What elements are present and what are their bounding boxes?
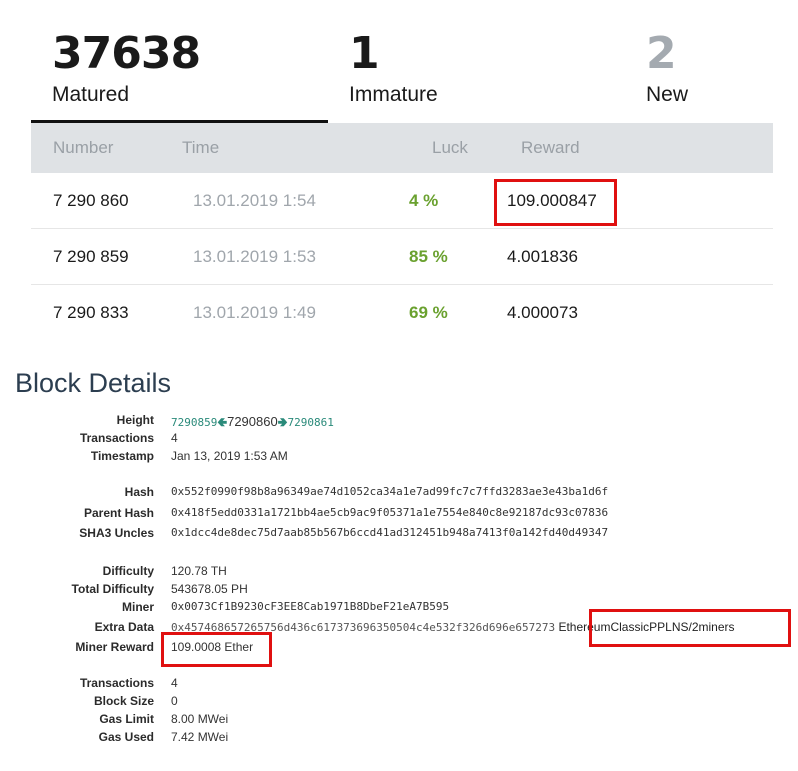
- sha3-uncles-value: 0x1dcc4de8dec75d7aab85b567b6ccd41ad31245…: [171, 526, 609, 539]
- block-luck: 4 %: [409, 191, 439, 210]
- table-row[interactable]: 7 290 860 13.01.2019 1:54 4 % 109.000847: [31, 173, 773, 229]
- miner-reward-highlight-box: [161, 632, 272, 667]
- height-row: Height 7290859🢀7290860🢂7290861: [0, 411, 798, 429]
- tab-new[interactable]: 2 New: [646, 28, 688, 108]
- current-block-height: 7290860: [227, 414, 278, 429]
- height-label: Height: [116, 413, 154, 427]
- block-luck: 69 %: [409, 303, 448, 322]
- miner-reward-label: Miner Reward: [75, 640, 154, 654]
- gas-used-value: 7.42 MWei: [171, 730, 229, 744]
- reward-highlight-box: [494, 179, 617, 226]
- new-label: New: [646, 83, 689, 106]
- transactions-row: Transactions 4: [0, 429, 798, 447]
- header-number[interactable]: Number: [53, 138, 113, 158]
- matured-label: Matured: [52, 83, 130, 106]
- block-reward: 4.001836: [507, 247, 578, 266]
- gas-limit-value: 8.00 MWei: [171, 712, 229, 726]
- block-number[interactable]: 7 290 833: [53, 303, 129, 323]
- header-reward[interactable]: Reward: [521, 138, 580, 158]
- matured-count: 37638: [52, 28, 201, 79]
- block-size-row: Block Size 0: [0, 692, 798, 710]
- total-difficulty-label: Total Difficulty: [71, 582, 154, 596]
- transactions-label: Transactions: [79, 676, 154, 690]
- header-luck[interactable]: Luck: [432, 138, 468, 158]
- sha3-uncles-row: SHA3 Uncles 0x1dcc4de8dec75d7aab85b567b6…: [0, 524, 798, 542]
- timestamp-row: Timestamp Jan 13, 2019 1:53 AM: [0, 447, 798, 465]
- tab-immature[interactable]: 1 Immature: [349, 28, 438, 108]
- difficulty-value: 120.78 TH: [171, 564, 227, 578]
- next-block-link[interactable]: 7290861: [287, 416, 333, 429]
- block-time: 13.01.2019 1:53: [193, 247, 316, 266]
- immature-label: Immature: [349, 83, 438, 106]
- block-reward: 4.000073: [507, 303, 578, 322]
- hash-row: Hash 0x552f0990f98b8a96349ae74d1052ca34a…: [0, 483, 798, 501]
- parent-hash-row: Parent Hash 0x418f5edd0331a1721bb4ae5cb9…: [0, 504, 798, 522]
- gas-used-row: Gas Used 7.42 MWei: [0, 728, 798, 746]
- transactions-label: Transactions: [79, 431, 154, 445]
- parent-hash-label: Parent Hash: [83, 506, 154, 520]
- transactions-value: 4: [171, 431, 178, 445]
- block-number[interactable]: 7 290 859: [53, 247, 129, 267]
- blocks-table: Number Time Luck Reward 7 290 860 13.01.…: [31, 123, 773, 340]
- parent-hash-link[interactable]: 0x418f5edd0331a1721bb4ae5cb9ac9f05371a1e…: [171, 506, 608, 519]
- transactions-row: Transactions 4: [0, 674, 798, 692]
- arrow-left-icon[interactable]: 🢀: [217, 415, 227, 429]
- extra-data-label: Extra Data: [94, 620, 154, 634]
- gas-limit-label: Gas Limit: [99, 712, 154, 726]
- block-luck: 85 %: [409, 247, 448, 266]
- page-title: Block Details: [15, 368, 172, 398]
- hash-value[interactable]: 0x552f0990f98b8a96349ae74d1052ca34a1e7ad…: [171, 485, 608, 498]
- transactions-value: 4: [171, 676, 178, 690]
- header-time[interactable]: Time: [182, 138, 219, 158]
- arrow-right-icon[interactable]: 🢂: [278, 415, 288, 429]
- timestamp-value: Jan 13, 2019 1:53 AM: [171, 449, 288, 463]
- block-size-label: Block Size: [93, 694, 154, 708]
- pool-blocks-panel: 37638 Matured 1 Immature 2 New Number Ti…: [0, 0, 798, 330]
- block-time: 13.01.2019 1:49: [193, 303, 316, 322]
- prev-block-link[interactable]: 7290859: [171, 416, 217, 429]
- timestamp-label: Timestamp: [90, 449, 154, 463]
- block-size-value: 0: [171, 694, 178, 708]
- block-details-panel: Block Details Height 7290859🢀7290860🢂729…: [0, 330, 798, 771]
- table-header: Number Time Luck Reward: [31, 123, 773, 173]
- miner-address-link[interactable]: 0x0073Cf1B9230cF3EE8Cab1971B8DbeF21eA7B5…: [171, 600, 449, 613]
- gas-used-label: Gas Used: [98, 730, 154, 744]
- block-counters: 37638 Matured 1 Immature 2 New: [0, 0, 798, 125]
- extra-data-highlight-box: [589, 609, 791, 647]
- block-number[interactable]: 7 290 860: [53, 191, 129, 211]
- block-time: 13.01.2019 1:54: [193, 191, 316, 210]
- immature-count: 1: [349, 28, 380, 79]
- sha3-uncles-label: SHA3 Uncles: [79, 526, 154, 540]
- difficulty-label: Difficulty: [102, 564, 154, 578]
- new-count: 2: [646, 28, 677, 79]
- table-row[interactable]: 7 290 859 13.01.2019 1:53 85 % 4.001836: [31, 229, 773, 285]
- total-difficulty-value: 543678.05 PH: [171, 582, 248, 596]
- difficulty-row: Difficulty 120.78 TH: [0, 562, 798, 580]
- gas-limit-row: Gas Limit 8.00 MWei: [0, 710, 798, 728]
- miner-label: Miner: [121, 600, 154, 614]
- tab-matured[interactable]: 37638 Matured: [52, 28, 201, 108]
- total-difficulty-row: Total Difficulty 543678.05 PH: [0, 580, 798, 598]
- hash-label: Hash: [124, 485, 154, 499]
